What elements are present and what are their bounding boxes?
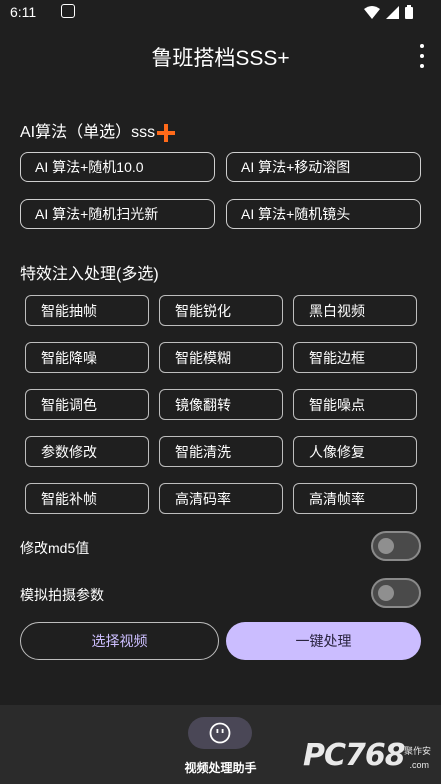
watermark-com-text: .com [409,760,429,770]
effect-portrait-repair[interactable]: 人像修复 [293,436,417,467]
app-bar: 鲁班搭档SSS+ [0,30,441,82]
watermark-logo-text: PC768 [303,738,406,773]
effect-mirror-flip[interactable]: 镜像翻转 [159,389,283,420]
app-title: 鲁班搭档SSS+ [151,47,290,70]
effect-label: 智能模糊 [175,349,231,366]
effect-black-white[interactable]: 黑白视频 [293,295,417,326]
md5-label: 修改md5值 [20,540,90,556]
effect-label: 高清码率 [175,490,231,507]
effect-denoise[interactable]: 智能降噪 [25,342,149,373]
effect-hd-framerate[interactable]: 高清帧率 [293,483,417,514]
shoot-params-label: 模拟拍摄参数 [20,587,104,603]
select-video-button[interactable]: 选择视频 [20,622,219,660]
shoot-params-toggle-knob [378,585,394,601]
effect-param-modify[interactable]: 参数修改 [25,436,149,467]
effect-border[interactable]: 智能边框 [293,342,417,373]
ai-option-random-lens[interactable]: AI 算法+随机镜头 [226,199,421,229]
effect-label: 智能锐化 [175,302,231,319]
effect-label: 智能调色 [41,396,97,413]
effect-frame-interp[interactable]: 智能补帧 [25,483,149,514]
ai-option-label: AI 算法+随机10.0 [35,159,144,175]
effect-blur[interactable]: 智能模糊 [159,342,283,373]
ai-section-title-text: AI算法（单选）sss [20,124,156,141]
effect-label: 人像修复 [309,443,365,460]
effect-label: 镜像翻转 [175,396,231,413]
md5-toggle-knob [378,538,394,554]
nav-item-video-helper[interactable] [188,717,252,749]
status-time: 6:11 [10,4,37,20]
ai-option-random-10[interactable]: AI 算法+随机10.0 [20,152,215,182]
effect-label: 智能边框 [309,349,365,366]
status-icons [364,5,413,19]
pc768-watermark: PC768 聚作安 .com [303,738,431,778]
ai-option-label: AI 算法+移动溶图 [241,159,351,175]
effect-label: 参数修改 [41,443,97,460]
watermark-small-text: 聚作安 [403,746,431,756]
md5-toggle[interactable] [371,531,421,561]
effect-label: 智能清洗 [175,443,231,460]
effect-label: 智能抽帧 [41,302,97,319]
effect-label: 智能噪点 [309,396,365,413]
effect-color-grade[interactable]: 智能调色 [25,389,149,420]
shoot-params-toggle[interactable] [371,578,421,608]
smile-icon [209,722,231,744]
effect-frame-extract[interactable]: 智能抽帧 [25,295,149,326]
ai-option-label: AI 算法+随机扫光新 [35,206,159,222]
notification-icon [61,4,75,18]
more-options-icon[interactable] [418,44,426,68]
ai-option-random-scan[interactable]: AI 算法+随机扫光新 [20,199,215,229]
effect-noise[interactable]: 智能噪点 [293,389,417,420]
effect-hd-bitrate[interactable]: 高清码率 [159,483,283,514]
ai-option-move-blend[interactable]: AI 算法+移动溶图 [226,152,421,182]
effect-label: 智能补帧 [41,490,97,507]
effects-section-title: 特效注入处理(多选) [20,266,159,283]
effect-label: 黑白视频 [309,302,365,319]
effect-label: 高清帧率 [309,490,365,507]
wifi-icon [364,5,380,19]
ai-section-title: AI算法（单选）sss [20,118,176,142]
status-bar: 6:11 [0,0,441,26]
battery-icon [405,5,413,19]
effect-label: 智能降噪 [41,349,97,366]
plus-icon [157,123,176,142]
effect-sharpen[interactable]: 智能锐化 [159,295,283,326]
signal-icon [386,5,399,19]
effect-clean[interactable]: 智能清洗 [159,436,283,467]
ai-option-label: AI 算法+随机镜头 [241,206,351,222]
one-click-process-button[interactable]: 一键处理 [226,622,421,660]
